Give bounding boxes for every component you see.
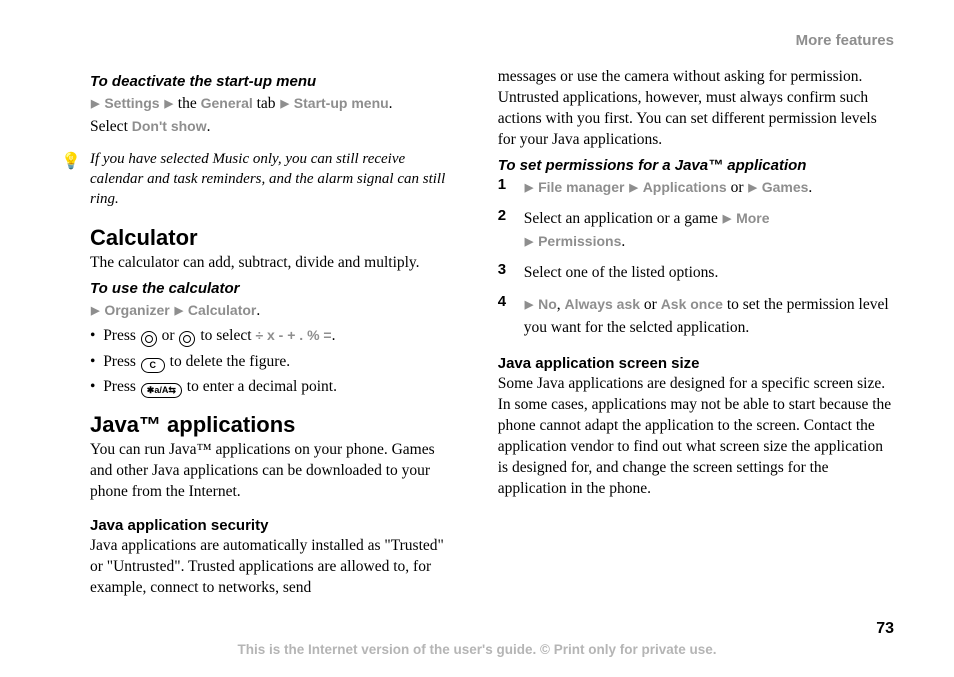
heading-calculator: Calculator — [90, 225, 458, 251]
nav-key-icon — [141, 331, 157, 347]
nav-settings: Settings — [104, 95, 159, 111]
page-number: 73 — [0, 620, 954, 638]
nav-always-ask: Always ask — [565, 296, 641, 312]
heading-java-security: Java application security — [90, 517, 458, 534]
arrow-icon: ▶ — [174, 305, 184, 317]
text: Select an application or a game — [524, 210, 722, 227]
right-column: messages or use the camera without askin… — [498, 67, 894, 605]
step-1: 1 ▶ File manager ▶ Applications or ▶ Gam… — [498, 176, 894, 201]
left-column: To deactivate the start-up menu ▶ Settin… — [60, 67, 458, 605]
bullet-3: • Press ✱a/A⇆ to enter a decimal point. — [90, 375, 458, 398]
step-number: 4 — [498, 293, 520, 310]
footer-text: This is the Internet version of the user… — [0, 642, 954, 657]
heading-deactivate: To deactivate the start-up menu — [90, 73, 458, 90]
arrow-icon: ▶ — [747, 182, 757, 194]
java-body: You can run Java™ applications on your p… — [90, 440, 458, 503]
step-number: 2 — [498, 207, 520, 224]
step-3: 3 Select one of the listed options. — [498, 261, 894, 286]
lightbulb-icon: 💡 — [60, 149, 82, 210]
text: to enter a decimal point. — [183, 378, 337, 395]
text: , — [557, 296, 565, 313]
java-security-body: Java applications are automatically inst… — [90, 536, 458, 599]
star-key-icon: ✱a/A⇆ — [141, 383, 182, 398]
text: Press — [103, 327, 140, 344]
text: or — [640, 296, 661, 313]
footer: 73 This is the Internet version of the u… — [0, 620, 954, 657]
columns: To deactivate the start-up menu ▶ Settin… — [60, 67, 894, 605]
text: or — [158, 327, 179, 344]
calculator-body: The calculator can add, subtract, divide… — [90, 253, 458, 274]
tip-block: 💡 If you have selected Music only, you c… — [60, 149, 458, 210]
page: More features To deactivate the start-up… — [0, 0, 954, 677]
nav-dont-show: Don't show — [132, 118, 207, 134]
nav-key-icon — [179, 331, 195, 347]
arrow-icon: ▶ — [524, 299, 534, 311]
heading-set-permissions: To set permissions for a Java™ applicati… — [498, 157, 894, 174]
nav-games: Games — [762, 179, 809, 195]
text: to select — [196, 327, 255, 344]
tip-text: If you have selected Music only, you can… — [90, 149, 458, 210]
text: Press — [103, 353, 140, 370]
text: Select — [90, 118, 132, 135]
heading-java-apps: Java™ applications — [90, 412, 458, 438]
c-key-icon: C — [141, 358, 165, 373]
arrow-icon: ▶ — [279, 98, 289, 110]
section-header: More features — [60, 32, 894, 49]
arrow-icon: ▶ — [628, 182, 638, 194]
text: . — [207, 118, 211, 135]
arrow-icon: ▶ — [90, 98, 100, 110]
screen-size-body: Some Java applications are designed for … — [498, 374, 894, 500]
bullet-2: • Press C to delete the figure. — [90, 350, 458, 373]
nav-calculator: Calculator — [188, 302, 256, 318]
bullet-1: • Press or to select ÷ x - + . % =. — [90, 324, 458, 347]
continuation-body: messages or use the camera without askin… — [498, 67, 894, 151]
heading-use-calculator: To use the calculator — [90, 280, 458, 297]
text: tab — [253, 95, 280, 112]
calculator-path: ▶ Organizer ▶ Calculator. — [90, 299, 458, 322]
nav-no: No — [538, 296, 557, 312]
arrow-icon: ▶ — [90, 305, 100, 317]
nav-more: More — [736, 210, 769, 226]
arrow-icon: ▶ — [722, 213, 732, 225]
deactivate-path: ▶ Settings ▶ the General tab ▶ Start-up … — [90, 92, 458, 139]
nav-ask-once: Ask once — [661, 296, 723, 312]
text: Press — [103, 378, 140, 395]
arrow-icon: ▶ — [163, 98, 173, 110]
calc-operators: ÷ x - + . % = — [255, 327, 331, 343]
nav-startup-menu: Start-up menu — [294, 95, 389, 111]
text: Select one of the listed options. — [524, 261, 892, 284]
arrow-icon: ▶ — [524, 182, 534, 194]
heading-screen-size: Java application screen size — [498, 355, 894, 372]
text: the — [174, 95, 201, 112]
step-number: 3 — [498, 261, 520, 278]
nav-applications: Applications — [643, 179, 727, 195]
text: to delete the figure. — [166, 353, 290, 370]
step-4: 4 ▶ No, Always ask or Ask once to set th… — [498, 293, 894, 342]
nav-permissions: Permissions — [538, 233, 621, 249]
arrow-icon: ▶ — [524, 236, 534, 248]
step-2: 2 Select an application or a game ▶ More… — [498, 207, 894, 256]
text: or — [727, 179, 748, 196]
nav-file-manager: File manager — [538, 179, 624, 195]
step-number: 1 — [498, 176, 520, 193]
nav-organizer: Organizer — [104, 302, 169, 318]
nav-general: General — [201, 95, 253, 111]
